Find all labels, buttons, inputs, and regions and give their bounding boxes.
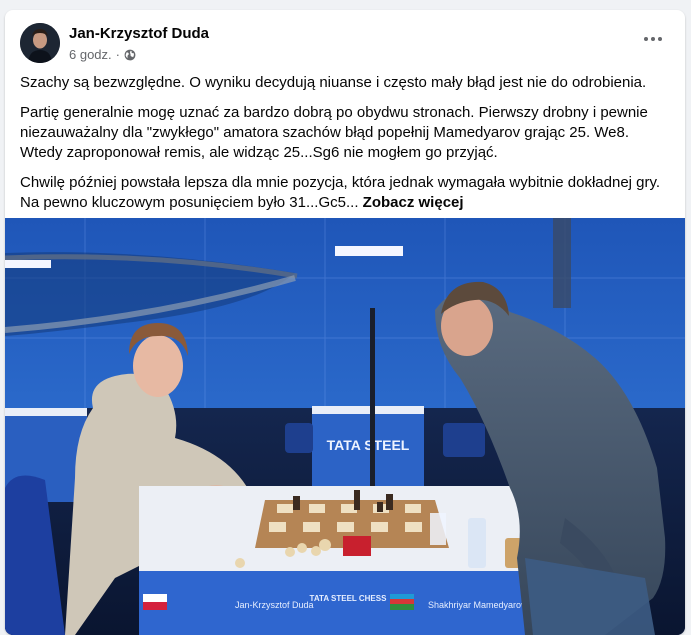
more-options-icon[interactable] bbox=[639, 32, 667, 46]
post-meta: 6 godz. · bbox=[69, 47, 136, 62]
globe-icon[interactable] bbox=[124, 49, 136, 61]
avatar-image bbox=[20, 23, 60, 63]
table-sign-right: Shakhriyar Mamedyarov bbox=[428, 600, 526, 610]
post-paragraph-last: Chwilę później powstała lepsza dla mnie … bbox=[20, 173, 675, 213]
post-card: Jan-Krzysztof Duda 6 godz. · Szachy są b… bbox=[5, 10, 685, 635]
post-paragraph: Szachy są bezwzględne. O wyniku decydują… bbox=[20, 74, 647, 91]
avatar[interactable] bbox=[20, 23, 60, 63]
event-logo: TATA STEEL bbox=[327, 437, 410, 453]
chess-match-photo: TATA STEEL Jan-Krzysztof Duda TATA STEEL… bbox=[5, 218, 685, 635]
author-name[interactable]: Jan-Krzysztof Duda bbox=[69, 25, 209, 42]
post-paragraph: Partię generalnie mogę uznać za bardzo d… bbox=[20, 104, 648, 161]
post-header: Jan-Krzysztof Duda 6 godz. · bbox=[5, 10, 685, 70]
meta-separator: · bbox=[115, 47, 120, 62]
see-more-link[interactable]: Zobacz więcej bbox=[363, 194, 464, 211]
post-time[interactable]: 6 godz. bbox=[69, 47, 112, 62]
post-photo[interactable]: TATA STEEL Jan-Krzysztof Duda TATA STEEL… bbox=[5, 218, 685, 635]
table-sign-center: TATA STEEL CHESS bbox=[310, 594, 388, 603]
post-paragraph-text: Chwilę później powstała lepsza dla mnie … bbox=[20, 174, 661, 211]
post-text: Szachy są bezwzględne. O wyniku decydują… bbox=[20, 73, 675, 223]
table-sign-left: Jan-Krzysztof Duda bbox=[235, 600, 314, 610]
